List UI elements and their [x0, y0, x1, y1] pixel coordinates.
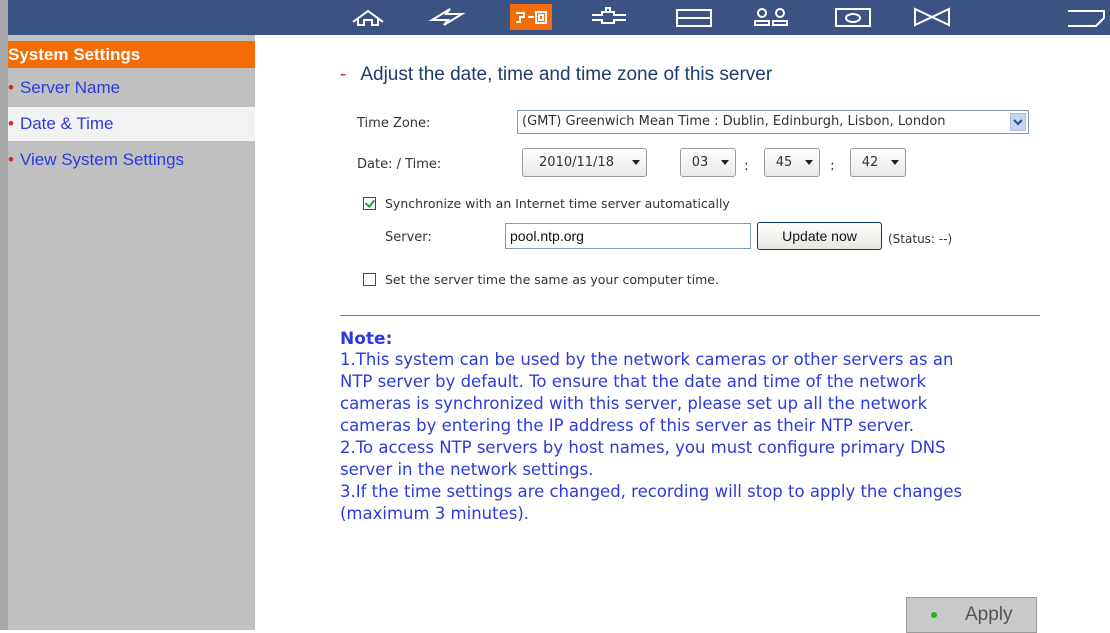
lightning-icon[interactable]: [426, 4, 468, 30]
note-line: cameras is synchronized with this server…: [340, 394, 928, 413]
system-settings-icon[interactable]: [510, 4, 552, 30]
bowtie-icon[interactable]: [911, 4, 953, 30]
timezone-value: (GMT) Greenwich Mean Time : Dublin, Edin…: [522, 114, 946, 129]
sidebar-item-server-name[interactable]: • Server Name: [8, 71, 255, 105]
note-line: NTP server by default. To ensure that th…: [340, 372, 927, 391]
home-icon[interactable]: [347, 4, 389, 30]
note-line: 2.To access NTP servers by host names, y…: [340, 438, 946, 457]
sidebar-item-date-time[interactable]: • Date & Time: [8, 107, 255, 141]
date-value: 2010/11/18: [539, 155, 614, 170]
sync-checkbox[interactable]: [363, 197, 376, 210]
note-line: 3.If the time settings are changed, reco…: [340, 482, 963, 501]
tab-icon[interactable]: [1066, 4, 1108, 30]
sidebar-item-view-system-settings[interactable]: • View System Settings: [8, 143, 255, 177]
minute-value: 45: [775, 155, 793, 170]
network-icon[interactable]: [588, 4, 630, 30]
sidebar-item-label: Server Name: [19, 78, 121, 97]
hour-value: 03: [691, 155, 709, 170]
date-select[interactable]: 2010/11/18: [522, 148, 647, 177]
timezone-label: Time Zone:: [357, 116, 431, 131]
heading-dash: -: [340, 64, 347, 85]
left-edge-strip: [0, 0, 8, 630]
minute-select[interactable]: 45: [764, 148, 820, 177]
bullet-icon: •: [8, 150, 14, 169]
note-line: server in the network settings.: [340, 460, 594, 479]
note-line: cameras by entering the IP address of th…: [340, 416, 915, 435]
top-navigation-bar: [8, 0, 1110, 35]
hour-select[interactable]: 03: [680, 148, 736, 177]
note-line: 1.This system can be used by the network…: [340, 350, 954, 369]
users-icon[interactable]: [750, 4, 792, 30]
second-value: 42: [861, 155, 879, 170]
caret-down-icon: [805, 160, 813, 165]
sidebar-item-label: View System Settings: [19, 150, 185, 169]
bullet-icon: •: [8, 114, 14, 133]
datetime-label: Date: / Time:: [357, 157, 442, 172]
server-label: Server:: [385, 230, 432, 245]
note-title: Note:: [340, 329, 393, 349]
timezone-select[interactable]: (GMT) Greenwich Mean Time : Dublin, Edin…: [517, 110, 1029, 134]
monitor-icon[interactable]: [832, 4, 874, 30]
second-select[interactable]: 42: [850, 148, 906, 177]
same-time-checkbox[interactable]: [363, 273, 376, 286]
note-line: (maximum 3 minutes).: [340, 504, 530, 523]
caret-down-icon: [632, 160, 640, 165]
update-now-button[interactable]: Update now: [757, 222, 882, 250]
time-separator: :: [830, 158, 835, 174]
sidebar-title: System Settings: [8, 41, 255, 68]
page-title: - Adjust the date, time and time zone of …: [340, 64, 772, 86]
heading-text: Adjust the date, time and time zone of t…: [360, 64, 773, 85]
caret-down-icon: [891, 160, 899, 165]
green-dot-icon: [931, 612, 937, 618]
divider: [340, 315, 1040, 316]
sidebar: System Settings • Server Name • Date & Tim…: [8, 35, 255, 630]
sidebar-item-label: Date & Time: [19, 114, 114, 133]
apply-button[interactable]: Apply: [906, 597, 1037, 633]
server-input[interactable]: pool.ntp.org: [505, 223, 751, 249]
chevron-down-icon[interactable]: [1010, 113, 1026, 131]
sync-label: Synchronize with an Internet time server…: [385, 196, 730, 211]
panel-icon[interactable]: [673, 4, 715, 30]
caret-down-icon: [721, 160, 729, 165]
time-separator: :: [744, 158, 749, 174]
apply-label: Apply: [965, 604, 1013, 625]
same-time-label: Set the server time the same as your com…: [385, 272, 719, 287]
sync-status: (Status: --): [888, 232, 953, 246]
bullet-icon: •: [8, 78, 14, 97]
